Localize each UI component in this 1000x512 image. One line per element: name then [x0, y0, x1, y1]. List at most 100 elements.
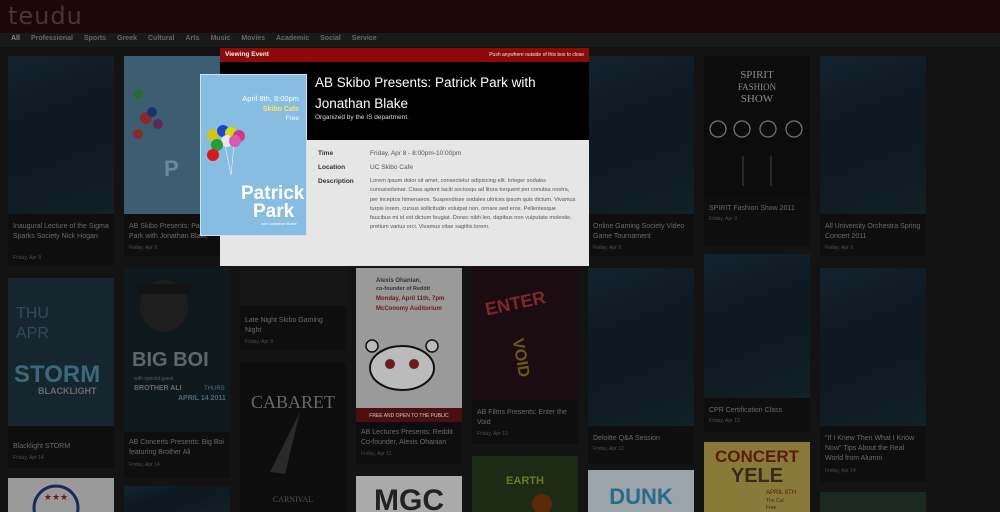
event-tile[interactable]: CPR Certification Class Friday, Apr 13: [704, 254, 810, 432]
poster-text: CARNIVAL: [273, 495, 313, 504]
event-tile[interactable]: All University Orchestra Spring Concert …: [820, 56, 926, 256]
event-poster: CONCERT YELE APRIL 8TH The Cut Free: [704, 442, 810, 512]
event-date: Friday, Apr 8: [13, 255, 41, 261]
event-poster: [820, 492, 926, 512]
category-sports[interactable]: Sports: [84, 35, 106, 42]
event-tile[interactable]: EARTH: [472, 456, 578, 512]
poster-text: APR: [16, 325, 49, 342]
poster-text: Alexis Ohanian,: [376, 278, 421, 284]
earth-poster: EARTH: [506, 475, 552, 512]
event-date: Friday, Apr 8: [129, 245, 157, 251]
location-label: Location: [318, 164, 346, 171]
poster-text: co-founder of Reddit: [376, 286, 430, 292]
category-service[interactable]: Service: [352, 35, 377, 42]
event-poster: [704, 254, 810, 398]
poster-text: SHOW: [741, 93, 774, 105]
poster-text: with special guest: [134, 376, 174, 382]
event-tile[interactable]: [124, 486, 230, 512]
category-professional[interactable]: Professional: [31, 35, 73, 42]
event-tile[interactable]: [820, 492, 926, 512]
poster-text: Park: [253, 201, 295, 222]
event-poster: CABARET CARNIVAL: [240, 362, 346, 512]
event-title: AB Concerts Presents: Big Boi featuring …: [129, 439, 224, 456]
event-tile[interactable]: ★★★: [8, 478, 114, 512]
description-value: Lorem ipsum dolor sit amet, consectetur …: [370, 178, 576, 231]
event-tile[interactable]: Online Gaming Society Video Game Tournam…: [588, 56, 694, 256]
big-boi-poster: BIG BOI with special guest BROTHER ALI T…: [132, 280, 226, 402]
event-tile[interactable]: CONCERT YELE APRIL 8TH The Cut Free: [704, 442, 810, 512]
event-date: Friday, Apr 10: [477, 431, 508, 437]
event-title: Blacklight STORM: [13, 443, 71, 450]
event-date: Friday, Apr 14: [13, 455, 44, 461]
event-title: AB Films Presents: Enter the Void: [477, 409, 567, 426]
event-date: Friday, Apr 9: [709, 216, 737, 222]
modal-header-label: Viewing Event: [225, 51, 269, 58]
svg-text:P: P: [164, 156, 179, 181]
modal-event-title: AB Skibo Presents: Patrick Park with Jon…: [315, 75, 536, 111]
event-title: CPR Certification Class: [709, 407, 783, 414]
event-poster: [588, 56, 694, 214]
event-date: Friday, Apr 12: [593, 446, 624, 452]
category-cultural[interactable]: Cultural: [148, 35, 174, 42]
poster-text: The Cut: [766, 498, 784, 504]
event-poster: DUNK: [588, 470, 694, 512]
poster-text: CABARET: [251, 392, 335, 412]
event-tile[interactable]: ENTER VOID AB Films Presents: Enter the …: [472, 268, 578, 444]
poster-text: BLACKLIGHT: [38, 386, 97, 396]
poster-text: BROTHER ALI: [134, 385, 182, 392]
category-social[interactable]: Social: [320, 35, 341, 42]
category-all[interactable]: All: [11, 35, 20, 42]
event-title: Late Night Skibo Gaming Night: [245, 317, 323, 334]
event-tile[interactable]: Deloitte Q&A Session Friday, Apr 12: [588, 268, 694, 464]
poster-text: FREE AND OPEN TO THE PUBLIC: [369, 413, 449, 419]
event-date: Friday, Apr 14: [129, 462, 160, 468]
event-tile[interactable]: Late Night Skibo Gaming Night Friday, Ap…: [240, 264, 346, 350]
event-title: Online Gaming Society Video Game Tournam…: [593, 223, 685, 240]
category-music[interactable]: Music: [210, 35, 230, 42]
svg-text:★★★: ★★★: [44, 493, 68, 503]
event-tile[interactable]: Alexis Ohanian, co-founder of Reddit Mon…: [356, 268, 462, 464]
event-date: Friday, Apr 9: [825, 245, 853, 251]
event-poster: [240, 264, 346, 306]
poster-text: Free: [286, 115, 300, 122]
modal-header: Viewing Event Push anywhere outside of t…: [220, 48, 589, 62]
event-tile[interactable]: THU APR STORM BLACKLIGHT Blacklight STOR…: [8, 278, 114, 468]
description-label: Description: [318, 178, 354, 185]
event-poster: [588, 268, 694, 426]
app-logo[interactable]: teudu: [8, 2, 83, 30]
event-tile[interactable]: MGC: [356, 476, 462, 512]
poster-text: McConomy Auditorium: [376, 306, 442, 312]
event-poster: Alexis Ohanian, co-founder of Reddit Mon…: [356, 268, 462, 422]
event-tile[interactable]: "If I Knew Then What I Know Now" Tips Ab…: [820, 268, 926, 482]
modal-close-hint: Push anywhere outside of this box to clo…: [489, 52, 584, 58]
event-title: AB Lectures Presents: Reddit Co-founder,…: [361, 429, 453, 446]
mgc-poster: MGC: [374, 484, 444, 512]
event-tile[interactable]: Inaugural Lecture of the Sigma Sparks So…: [8, 56, 114, 266]
event-date: Friday, Apr 8: [245, 339, 273, 345]
event-poster: ★★★: [8, 478, 114, 512]
stars-poster: ★★★: [32, 484, 80, 512]
event-tile[interactable]: DUNK: [588, 470, 694, 512]
event-date: Friday, Apr 14: [825, 468, 856, 474]
dunk-poster: DUNK: [609, 484, 673, 509]
event-poster: SPIRIT FASHION SHOW: [704, 56, 810, 198]
category-arts[interactable]: Arts: [185, 35, 199, 42]
event-title: Deloitte Q&A Session: [593, 435, 660, 442]
spirit-fashion-poster: SPIRIT FASHION SHOW: [709, 69, 803, 186]
storm-poster: THU APR STORM BLACKLIGHT: [14, 305, 100, 396]
event-poster: [820, 268, 926, 426]
poster-text: THU: [16, 305, 49, 322]
poster-text: THURS: [204, 386, 225, 392]
poster-text: APRIL 14 2011: [178, 395, 226, 402]
poster-text: YELE: [731, 465, 783, 487]
event-tile[interactable]: BIG BOI with special guest BROTHER ALI T…: [124, 268, 230, 478]
event-tile[interactable]: CABARET CARNIVAL: [240, 362, 346, 512]
event-title: "If I Knew Then What I Know Now" Tips Ab…: [825, 435, 915, 462]
category-movies[interactable]: Movies: [241, 35, 265, 42]
category-greek[interactable]: Greek: [117, 35, 137, 42]
category-academic[interactable]: Academic: [276, 35, 309, 42]
event-date: Friday, Apr 13: [709, 418, 740, 424]
event-poster: THU APR STORM BLACKLIGHT: [8, 278, 114, 426]
enter-the-void-poster: ENTER VOID: [472, 268, 578, 400]
event-tile[interactable]: SPIRIT FASHION SHOW SPIRIT Fashion Show …: [704, 56, 810, 246]
